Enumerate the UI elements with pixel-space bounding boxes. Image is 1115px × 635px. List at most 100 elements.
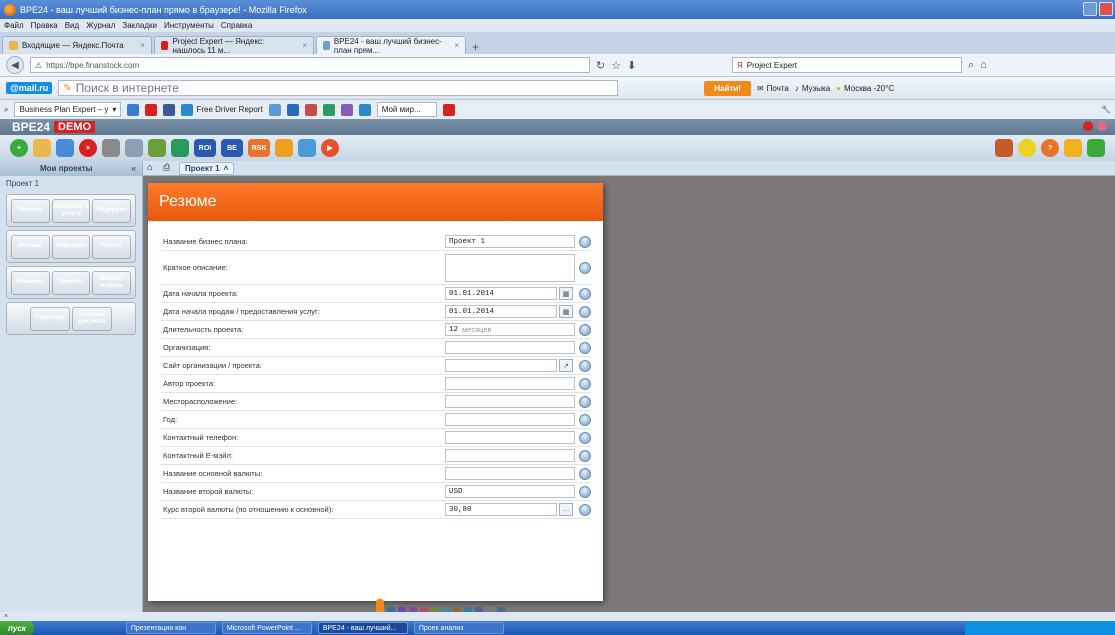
taskbar-item[interactable]: BPE24 - ваш лучший... [317,622,408,634]
start-button[interactable]: пуск [0,621,34,635]
url-field[interactable]: ⚠ https://bpe.finanstock.com [30,57,590,73]
module-products[interactable]: Продукты и услуги [51,198,91,223]
menu-tools[interactable]: Инструменты [164,21,214,30]
module-structure[interactable]: Структура [30,306,70,331]
menu-edit[interactable]: Правка [31,21,58,30]
help-icon[interactable]: ? [579,305,591,318]
close-window-button[interactable] [1099,2,1113,16]
taskbar-item[interactable]: Презентация кон [125,622,216,634]
help-icon[interactable]: ? [579,467,591,480]
folder-icon[interactable] [1064,139,1082,157]
help-icon[interactable]: ? [1041,139,1059,157]
help-icon[interactable]: ? [579,261,591,274]
exit-icon[interactable] [1087,139,1105,157]
menu-history[interactable]: Журнал [86,21,115,30]
home-icon[interactable]: ⌂ [980,59,987,71]
trash-icon[interactable] [102,139,120,157]
download-icon[interactable]: ⬇ [627,59,636,72]
app-icon[interactable] [286,103,299,116]
field-input[interactable] [445,395,575,408]
help-icon[interactable]: ? [579,359,591,372]
scale-icon[interactable] [125,139,143,157]
calendar-icon[interactable]: ▦ [559,287,573,300]
field-input[interactable] [445,413,575,426]
facebook-icon[interactable] [163,103,176,116]
taskbar-item[interactable]: Проек анализ [413,622,504,634]
weather-icon[interactable] [268,103,281,116]
new-tab-icon[interactable]: + [468,40,483,54]
mail-link[interactable]: ✉ Почта [757,84,789,93]
add-project-icon[interactable]: + [10,139,28,157]
menu-file[interactable]: Файл [4,21,24,30]
module-finance[interactable]: Финансы [11,270,50,295]
field-input[interactable] [445,449,575,462]
break-even-icon[interactable]: BE [221,139,243,157]
settings-icon[interactable] [1097,121,1107,131]
help-icon[interactable]: ? [579,449,591,462]
roi-icon[interactable]: ROI [194,139,216,157]
music-link[interactable]: ♪ Музыка [795,84,830,93]
risks-icon[interactable]: RSK [248,139,270,157]
field-input[interactable] [445,359,557,372]
module-final-document[interactable]: Готовый документ [72,306,112,331]
search-icon[interactable]: ⌕ [4,105,8,115]
wrench-icon[interactable]: 🔧 [1101,105,1111,114]
help-icon[interactable]: ? [579,395,591,408]
field-input[interactable] [445,341,575,354]
sensitivity-icon[interactable] [275,139,293,157]
close-tab-icon[interactable]: × [454,41,459,50]
idea-icon[interactable] [1018,139,1036,157]
ok-icon[interactable] [304,103,317,116]
close-addon-bar-icon[interactable]: × [4,613,8,620]
weather-link[interactable]: ● Москва -20°C [836,84,894,93]
import-icon[interactable] [171,139,189,157]
save-project-icon[interactable] [56,139,74,157]
browser-search-field[interactable]: Я Project Expert [732,57,962,73]
free-driver-report-button[interactable]: Free Driver Report [181,103,263,116]
games-icon[interactable] [358,103,371,116]
help-icon[interactable]: ? [579,413,591,426]
field-input[interactable] [445,431,575,444]
taskbar-item[interactable]: Microsoft PowerPoint ... [221,622,312,634]
field-input[interactable] [445,253,575,282]
print-icon[interactable]: ⎙ [163,162,175,174]
my-world-combo[interactable]: Мой мир... [376,102,437,117]
field-input[interactable]: 01.01.2014 [445,287,557,300]
close-tab-icon[interactable]: × [302,41,307,50]
help-icon[interactable]: ? [579,431,591,444]
menu-view[interactable]: Вид [65,21,79,30]
search-icon[interactable]: ⌕ [968,59,974,72]
help-icon[interactable]: ? [579,503,591,516]
reload-icon[interactable]: ↻ [596,59,605,72]
help-icon[interactable]: ? [579,341,591,354]
open-link-icon[interactable]: ↗ [559,359,573,372]
field-input[interactable]: 01.01.2014 [445,305,557,318]
field-input[interactable]: Проект 1 [445,235,575,248]
print-icon[interactable] [995,139,1013,157]
menu-bookmarks[interactable]: Закладки [122,21,157,30]
help-icon[interactable]: ? [579,485,591,498]
project-tree-item[interactable]: Проект 1 [0,176,142,191]
delete-icon[interactable]: × [79,139,97,157]
browser-tab-bpe24[interactable]: BPE24 - ваш лучший бизнес-план прям... × [316,36,466,55]
help-icon[interactable]: ? [579,323,591,336]
module-business-model[interactable]: Бизнес-модель [92,270,132,295]
menu-help[interactable]: Справка [221,21,252,30]
refresh-icon[interactable] [127,103,140,116]
minimize-button[interactable] [1083,2,1097,16]
module-summary[interactable]: Резюме [11,198,50,223]
mail-icon[interactable] [322,103,335,116]
back-arrow-icon[interactable]: ◀ [6,56,24,74]
business-plan-combo[interactable]: Business Plan Expert – y ▾ [14,102,122,117]
vk-icon[interactable] [340,103,353,116]
help-icon[interactable]: ? [579,235,591,248]
calendar-icon[interactable]: ▦ [559,305,573,318]
open-project-icon[interactable] [33,139,51,157]
growth-icon[interactable] [148,139,166,157]
module-taxes[interactable]: Налоги [92,234,132,259]
field-input[interactable] [445,467,575,480]
browser-tab-mail[interactable]: Входящие — Яндекс.Почта × [2,36,152,54]
browser-tab-yandex[interactable]: Project Expert — Яндекс: нашлось 11 м...… [154,36,314,55]
module-inflation[interactable]: Инфляция [51,234,91,259]
collapse-icon[interactable]: « [132,164,136,173]
